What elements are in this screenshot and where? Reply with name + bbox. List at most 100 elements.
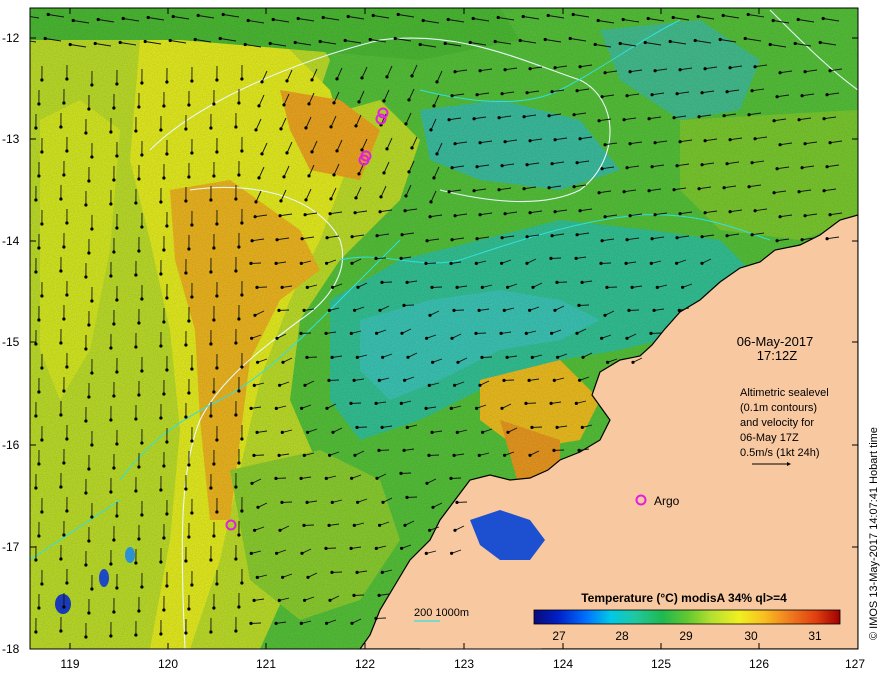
velocity-vector-head (274, 476, 278, 480)
velocity-vector-head (40, 78, 44, 82)
velocity-vector-head (37, 102, 41, 106)
velocity-vector-head (112, 322, 116, 326)
velocity-vector-head (377, 593, 381, 598)
velocity-vector-head (528, 139, 532, 143)
velocity-vector-head (115, 442, 119, 446)
velocity-vector-head (675, 261, 679, 265)
velocity-vector-head (37, 174, 41, 178)
velocity-vector-head (424, 261, 428, 265)
velocity-vector-head (302, 308, 306, 312)
velocity-vector-head (277, 598, 281, 603)
velocity-vector-head (22, 14, 25, 17)
velocity-vector-head (475, 165, 479, 169)
velocity-vector-head (184, 415, 188, 419)
velocity-vector-head (480, 285, 484, 289)
velocity-vector-head (374, 546, 378, 551)
velocity-vector-head (40, 366, 44, 370)
velocity-vector-head (65, 293, 69, 297)
velocity-vector-head (325, 621, 329, 625)
velocity-vector-head (803, 142, 807, 146)
velocity-vector-head (165, 80, 169, 84)
velocity-vector-head (447, 190, 451, 194)
velocity-vector-head (271, 17, 275, 22)
velocity-vector-head (327, 378, 331, 382)
velocity-vector-head (628, 70, 632, 74)
velocity-vector-head (59, 413, 63, 417)
sst-map: 119 120 121 122 123 124 125 126 127 -12 … (2, 7, 880, 671)
velocity-vector-head (165, 368, 169, 372)
velocity-vector-head (190, 79, 194, 83)
velocity-vector-head (240, 221, 244, 225)
velocity-vector-head (628, 214, 632, 218)
velocity-vector-head (84, 635, 88, 639)
velocity-vector-head (252, 453, 256, 457)
velocity-vector-head (375, 234, 379, 238)
velocity-vector-head (580, 425, 584, 429)
velocity-vector-head (400, 546, 404, 550)
velocity-vector-head (40, 438, 44, 442)
velocity-vector-head (159, 488, 163, 492)
velocity-vector-head (304, 198, 308, 202)
velocity-vector-head (378, 210, 382, 214)
velocity-vector-head (622, 118, 626, 122)
depth-legend-label: 200 1000m (414, 607, 469, 619)
velocity-vector-head (447, 118, 451, 122)
velocity-vector-head (772, 191, 776, 195)
velocity-vector-head (452, 308, 456, 312)
velocity-vector-head (778, 143, 782, 147)
velocity-vector-head (650, 237, 654, 241)
velocity-vector-head (159, 272, 163, 276)
velocity-vector-head (399, 256, 403, 260)
velocity-vector-head (90, 515, 94, 519)
velocity-vector-head (34, 342, 38, 346)
velocity-vector-head (277, 453, 281, 457)
velocity-vector-head (162, 104, 166, 108)
velocity-vector-head (775, 95, 779, 99)
velocity-vector-head (405, 495, 409, 499)
velocity-vector-head (234, 485, 238, 489)
velocity-vector-head (305, 285, 309, 289)
velocity-vector-head (209, 558, 213, 562)
velocity-vector-head (577, 303, 581, 307)
velocity-vector-head (703, 67, 707, 71)
velocity-vector-head (300, 406, 304, 410)
velocity-vector-head (600, 167, 604, 171)
velocity-vector-head (575, 331, 579, 335)
velocity-vector-head (165, 152, 169, 156)
y-tick-label: -14 (2, 234, 20, 248)
velocity-vector-head (505, 355, 509, 359)
velocity-vector-head (627, 308, 631, 312)
velocity-vector-head (650, 93, 654, 97)
velocity-vector-head (237, 173, 241, 177)
altimetry-line: and velocity for (740, 417, 814, 429)
velocity-vector-head (90, 371, 94, 375)
velocity-vector-head (209, 126, 213, 130)
velocity-vector-head (449, 476, 453, 480)
velocity-vector-head (306, 430, 310, 434)
velocity-vector-head (109, 562, 113, 566)
velocity-vector-head (328, 453, 332, 457)
velocity-vector-head (646, 16, 650, 21)
velocity-vector-head (240, 149, 244, 153)
velocity-vector-head (349, 331, 353, 335)
altimetry-line: Altimetric sealevel (740, 387, 829, 399)
velocity-vector-head (410, 146, 414, 150)
velocity-vector-head (400, 331, 404, 335)
velocity-vector-head (346, 14, 350, 19)
velocity-vector-head (184, 127, 188, 131)
velocity-vector-head (280, 285, 284, 289)
velocity-vector-head (109, 490, 113, 494)
velocity-vector-head (281, 360, 285, 364)
velocity-vector-head (400, 233, 404, 237)
velocity-vector-head (65, 581, 69, 585)
velocity-vector-head (328, 212, 332, 216)
velocity-vector-head (299, 621, 303, 626)
velocity-vector-head (647, 189, 651, 193)
velocity-vector-head (260, 152, 264, 156)
velocity-vector-head (578, 65, 582, 69)
velocity-vector-head (168, 38, 172, 43)
velocity-vector-head (435, 80, 439, 84)
velocity-vector-head (432, 104, 436, 108)
velocity-vector-head (596, 18, 600, 23)
velocity-vector-head (184, 343, 188, 347)
